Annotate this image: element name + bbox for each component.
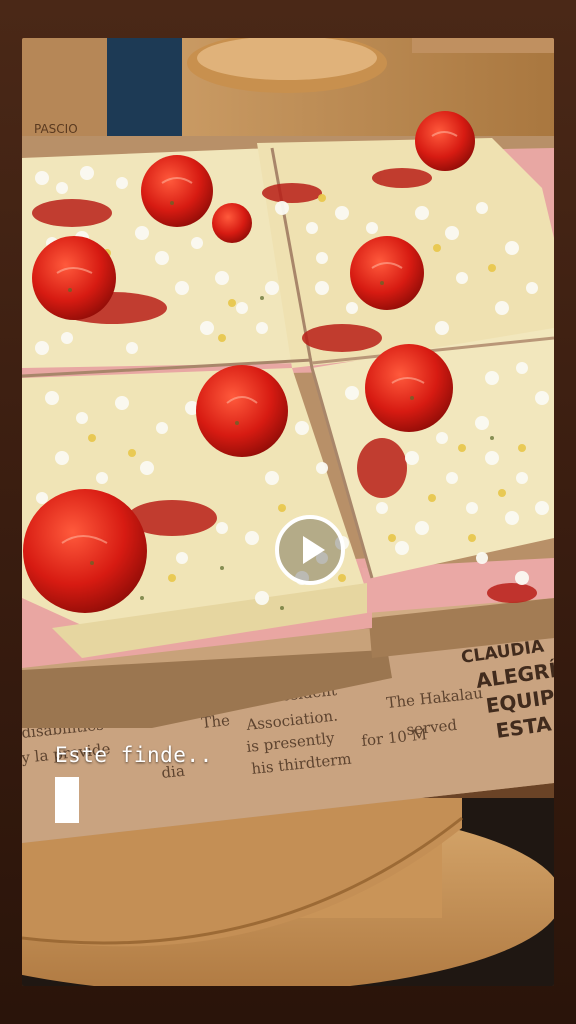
food-photo-illustration: PASCIO disabilities y la provide The omm… xyxy=(22,38,554,986)
story-viewer: PASCIO disabilities y la provide The omm… xyxy=(0,0,576,1024)
svg-text:PASCIO: PASCIO xyxy=(34,122,78,136)
story-caption: Este finde.. xyxy=(55,743,213,767)
play-icon xyxy=(303,536,325,564)
story-photo: PASCIO disabilities y la provide The omm… xyxy=(22,38,554,986)
text-cursor xyxy=(55,777,79,823)
play-button[interactable] xyxy=(275,515,345,585)
